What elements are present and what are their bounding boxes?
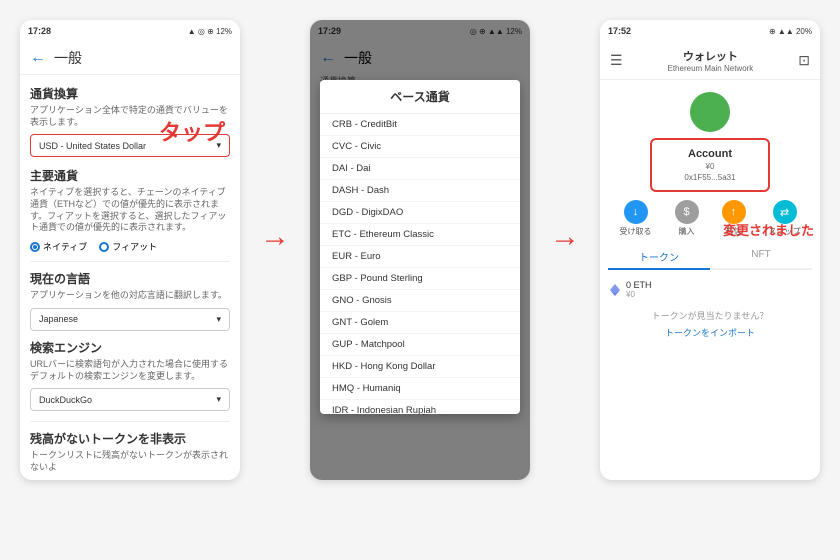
account-address: 0x1F55...5a31 — [660, 173, 760, 182]
qr-icon[interactable]: ⊡ — [798, 52, 810, 69]
import-token-link[interactable]: トークンをインポート — [608, 326, 812, 339]
list-item[interactable]: GUP - Matchpool — [320, 334, 520, 356]
time-3: 17:52 — [608, 26, 631, 36]
phone-screen-1: 17:28 ▲ ◎ ⊕ 12% ← 一般 通貨換算 アプリケーション全体で特定の… — [20, 20, 240, 480]
battery-icon-1: ▲ ◎ ⊕ 12% — [188, 27, 232, 36]
list-item[interactable]: HKD - Hong Kong Dollar — [320, 356, 520, 378]
receive-button[interactable]: ↓ 受け取る — [620, 200, 652, 237]
eth-logo-icon — [608, 283, 622, 297]
phone-screen-3: 17:52 ⊕ ▲▲ 20% ☰ ウォレット Ethereum Main Net… — [600, 20, 820, 480]
screen1-header: ← 一般 — [20, 42, 240, 75]
arrow-1: → — [260, 220, 290, 254]
screen1-body: 通貨換算 アプリケーション全体で特定の通貨でバリューを表示します。 USD - … — [20, 75, 240, 480]
time-1: 17:28 — [28, 26, 51, 36]
modal-title: ベース通貨 — [320, 80, 520, 114]
eth-yen-value: ¥0 — [626, 290, 652, 299]
changed-annotation: 変更されました — [723, 220, 814, 239]
no-token-text: トークンが見当たりません？ — [608, 309, 812, 322]
battery-icon-3: ⊕ ▲▲ 20% — [769, 27, 812, 36]
receive-icon: ↓ — [624, 200, 648, 224]
radio-group: ネイティブ フィアット — [30, 240, 230, 253]
wallet-title-block: ウォレット Ethereum Main Network — [668, 48, 754, 73]
list-item[interactable]: GNO - Gnosis — [320, 290, 520, 312]
language-dropdown[interactable]: Japanese ▾ — [30, 308, 230, 331]
search-arrow: ▾ — [216, 394, 221, 405]
list-item[interactable]: DGD - DigixDAO — [320, 202, 520, 224]
section5-title: 残高がないトークンを非表示 — [30, 430, 230, 447]
list-item[interactable]: CVC - Civic — [320, 136, 520, 158]
currency-dropdown[interactable]: USD - United States Dollar ▾ — [30, 134, 230, 157]
radio-native-label: ネイティブ — [43, 240, 87, 253]
eth-eth-value: 0 ETH — [626, 280, 652, 290]
section1-title: 通貨換算 — [30, 85, 230, 102]
radio-dot-native — [30, 242, 40, 252]
hamburger-icon[interactable]: ☰ — [610, 52, 623, 69]
phone-screen-2: 17:29 ◎ ⊕ ▲▲ 12% ← 一般 通貨換算 ベース通貨 CRB - C… — [310, 20, 530, 480]
dropdown-arrow-1: ▾ — [216, 140, 221, 151]
wallet-header: ☰ ウォレット Ethereum Main Network ⊡ — [600, 42, 820, 80]
list-item[interactable]: IDR - Indonesian Rupiah — [320, 400, 520, 414]
arrow-2: → — [550, 220, 580, 254]
section5-desc: トークンリストに残高がないトークンが表示されないよ — [30, 450, 230, 473]
section4-desc: URLバーに検索語句が入力された場合に使用するデフォルトの検索エンジンを変更しま… — [30, 359, 230, 382]
currency-list[interactable]: CRB - CreditBit CVC - Civic DAI - Dai DA… — [320, 114, 520, 414]
eth-amount: 0 ETH ¥0 — [626, 280, 652, 299]
list-item[interactable]: HMQ - Humaniq — [320, 378, 520, 400]
buy-label: 購入 — [679, 226, 695, 237]
search-engine-value: DuckDuckGo — [39, 395, 92, 405]
eth-balance: 0 ETH ¥0 — [608, 276, 812, 303]
section3-desc: アプリケーションを他の対応言語に翻訳します。 — [30, 290, 230, 302]
divider-2 — [30, 421, 230, 422]
account-card: Account ¥0 0x1F55...5a31 — [650, 138, 770, 192]
list-item[interactable]: GBP - Pound Sterling — [320, 268, 520, 290]
search-engine-dropdown[interactable]: DuckDuckGo ▾ — [30, 388, 230, 411]
buy-button[interactable]: $ 購入 — [675, 200, 699, 237]
screen1-title: 一般 — [54, 48, 82, 68]
radio-fiat-label: フィアット — [112, 240, 157, 253]
wallet-title: ウォレット — [668, 48, 754, 64]
account-avatar — [690, 92, 730, 132]
list-item[interactable]: ETC - Ethereum Classic — [320, 224, 520, 246]
tabs-row: トークン NFT — [608, 245, 812, 270]
back-button-1[interactable]: ← — [30, 49, 46, 67]
radio-native[interactable]: ネイティブ — [30, 240, 87, 253]
radio-dot-fiat — [99, 242, 109, 252]
language-value: Japanese — [39, 314, 78, 324]
section1-desc: アプリケーション全体で特定の通貨でバリューを表示します。 — [30, 105, 230, 128]
currency-modal[interactable]: ベース通貨 CRB - CreditBit CVC - Civic DAI - … — [320, 80, 520, 414]
buy-icon: $ — [675, 200, 699, 224]
divider-1 — [30, 261, 230, 262]
wallet-body: Account ¥0 0x1F55...5a31 ↓ 受け取る $ 購入 ↑ 送… — [600, 80, 820, 347]
receive-label: 受け取る — [620, 226, 652, 237]
list-item[interactable]: DASH - Dash — [320, 180, 520, 202]
status-icons-1: ▲ ◎ ⊕ 12% — [188, 27, 232, 36]
section3-title: 現在の言語 — [30, 270, 230, 287]
list-item[interactable]: DAI - Dai — [320, 158, 520, 180]
account-label: Account — [660, 148, 760, 160]
tab-nft[interactable]: NFT — [710, 245, 812, 268]
list-item[interactable]: CRB - CreditBit — [320, 114, 520, 136]
list-item[interactable]: EUR - Euro — [320, 246, 520, 268]
currency-value: USD - United States Dollar — [39, 141, 146, 151]
status-bar-3: 17:52 ⊕ ▲▲ 20% — [600, 20, 820, 42]
account-value: ¥0 — [660, 162, 760, 171]
arrow-1-container: → — [250, 20, 300, 254]
section2-desc: ネイティブを選択すると、チェーンのネイティブ通貨（ETHなど）での値が優先的に表… — [30, 187, 230, 234]
arrow-2-container: → — [540, 20, 590, 254]
section4-title: 検索エンジン — [30, 339, 230, 356]
wallet-subtitle: Ethereum Main Network — [668, 64, 754, 73]
main-content: 17:28 ▲ ◎ ⊕ 12% ← 一般 通貨換算 アプリケーション全体で特定の… — [0, 0, 840, 560]
list-item[interactable]: GNT - Golem — [320, 312, 520, 334]
tab-token[interactable]: トークン — [608, 245, 710, 270]
status-bar-1: 17:28 ▲ ◎ ⊕ 12% — [20, 20, 240, 42]
radio-fiat[interactable]: フィアット — [99, 240, 157, 253]
status-icons-3: ⊕ ▲▲ 20% — [769, 27, 812, 36]
lang-arrow: ▾ — [216, 314, 221, 325]
section2-title: 主要通貨 — [30, 167, 230, 184]
